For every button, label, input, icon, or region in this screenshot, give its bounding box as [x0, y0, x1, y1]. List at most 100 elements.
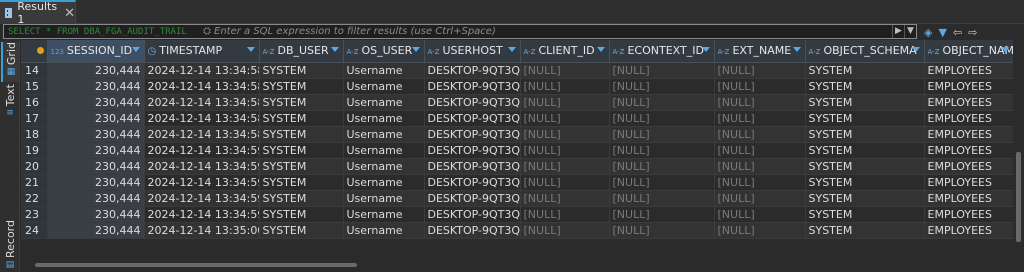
- table-cell-os-user[interactable]: Username: [343, 206, 425, 223]
- sort-filter-icon[interactable]: [131, 47, 140, 52]
- table-cell-object-schema[interactable]: SYSTEM: [805, 222, 925, 239]
- table-cell-timestamp[interactable]: 2024-12-14 13:34:58.000: [144, 110, 260, 127]
- forward-icon[interactable]: ⇨: [968, 26, 977, 39]
- column-header-os-user[interactable]: A-Z OS_USER: [343, 40, 425, 63]
- table-cell-ext-name[interactable]: [NULL]: [714, 174, 806, 191]
- table-row[interactable]: 23230,4442024-12-14 13:34:59.000SYSTEMUs…: [21, 206, 1013, 223]
- table-cell-client-id[interactable]: [NULL]: [520, 110, 610, 127]
- horizontal-scrollbar[interactable]: [21, 258, 1024, 272]
- table-cell-object-name[interactable]: EMPLOYEES: [924, 222, 1013, 239]
- table-cell-object-schema[interactable]: SYSTEM: [805, 158, 925, 175]
- table-cell-client-id[interactable]: [NULL]: [520, 126, 610, 143]
- table-row[interactable]: 18230,4442024-12-14 13:34:58.000SYSTEMUs…: [21, 126, 1013, 143]
- table-cell-os-user[interactable]: Username: [343, 174, 425, 191]
- filter-field[interactable]: SELECT * FROM DBA_FGA_AUDIT_TRAIL ⛭ Ente…: [3, 24, 917, 39]
- table-cell-econtext-id[interactable]: [NULL]: [609, 158, 715, 175]
- table-cell-econtext-id[interactable]: [NULL]: [609, 190, 715, 207]
- sort-filter-icon[interactable]: [911, 47, 920, 52]
- table-cell-userhost[interactable]: DESKTOP-9QT3QLA: [424, 158, 521, 175]
- back-icon[interactable]: ⇦: [953, 26, 962, 39]
- table-cell-userhost[interactable]: DESKTOP-9QT3QLA: [424, 126, 521, 143]
- row-number[interactable]: 21: [21, 174, 48, 191]
- sort-filter-icon[interactable]: [330, 47, 339, 52]
- table-cell-db-user[interactable]: SYSTEM: [259, 62, 344, 79]
- table-cell-econtext-id[interactable]: [NULL]: [609, 174, 715, 191]
- table-cell-timestamp[interactable]: 2024-12-14 13:34:59.000: [144, 142, 260, 159]
- row-number[interactable]: 17: [21, 110, 48, 127]
- column-header-client-id[interactable]: A-Z CLIENT_ID: [520, 40, 610, 63]
- table-cell-ext-name[interactable]: [NULL]: [714, 62, 806, 79]
- table-cell-db-user[interactable]: SYSTEM: [259, 126, 344, 143]
- table-cell-client-id[interactable]: [NULL]: [520, 206, 610, 223]
- table-cell-object-schema[interactable]: SYSTEM: [805, 110, 925, 127]
- column-header-timestamp[interactable]: ◷ TIMESTAMP: [144, 40, 260, 63]
- column-header-db-user[interactable]: A-Z DB_USER: [259, 40, 344, 63]
- table-cell-db-user[interactable]: SYSTEM: [259, 222, 344, 239]
- table-cell-client-id[interactable]: [NULL]: [520, 78, 610, 95]
- table-cell-econtext-id[interactable]: [NULL]: [609, 62, 715, 79]
- table-cell-timestamp[interactable]: 2024-12-14 13:34:59.000: [144, 190, 260, 207]
- column-header-econtext-id[interactable]: A-Z ECONTEXT_ID: [609, 40, 715, 63]
- table-cell-client-id[interactable]: [NULL]: [520, 62, 610, 79]
- table-cell-econtext-id[interactable]: [NULL]: [609, 206, 715, 223]
- table-cell-session-id[interactable]: 230,444: [47, 222, 145, 239]
- table-cell-client-id[interactable]: [NULL]: [520, 158, 610, 175]
- table-cell-timestamp[interactable]: 2024-12-14 13:34:59.000: [144, 158, 260, 175]
- table-cell-session-id[interactable]: 230,444: [47, 158, 145, 175]
- sort-filter-icon[interactable]: [792, 47, 801, 52]
- table-cell-userhost[interactable]: DESKTOP-9QT3QLA: [424, 142, 521, 159]
- table-cell-db-user[interactable]: SYSTEM: [259, 158, 344, 175]
- funnel-icon[interactable]: ▼: [938, 26, 946, 39]
- table-row[interactable]: 24230,4442024-12-14 13:35:00.000SYSTEMUs…: [21, 222, 1013, 239]
- table-row[interactable]: 20230,4442024-12-14 13:34:59.000SYSTEMUs…: [21, 158, 1013, 175]
- table-cell-os-user[interactable]: Username: [343, 62, 425, 79]
- table-cell-timestamp[interactable]: 2024-12-14 13:35:00.000: [144, 222, 260, 239]
- row-number[interactable]: 24: [21, 222, 48, 239]
- sort-filter-icon[interactable]: [701, 47, 710, 52]
- table-cell-session-id[interactable]: 230,444: [47, 142, 145, 159]
- table-cell-object-schema[interactable]: SYSTEM: [805, 94, 925, 111]
- table-cell-client-id[interactable]: [NULL]: [520, 142, 610, 159]
- table-cell-object-name[interactable]: EMPLOYEES: [924, 190, 1013, 207]
- table-cell-session-id[interactable]: 230,444: [47, 206, 145, 223]
- table-cell-session-id[interactable]: 230,444: [47, 110, 145, 127]
- table-cell-object-schema[interactable]: SYSTEM: [805, 62, 925, 79]
- table-cell-object-name[interactable]: EMPLOYEES: [924, 142, 1013, 159]
- table-cell-os-user[interactable]: Username: [343, 142, 425, 159]
- row-number[interactable]: 15: [21, 78, 48, 95]
- table-cell-timestamp[interactable]: 2024-12-14 13:34:58.000: [144, 94, 260, 111]
- table-cell-object-name[interactable]: EMPLOYEES: [924, 158, 1013, 175]
- tab-text[interactable]: Text ≡: [1, 84, 19, 126]
- table-cell-session-id[interactable]: 230,444: [47, 174, 145, 191]
- row-number[interactable]: 14: [21, 62, 48, 79]
- close-icon[interactable]: ✕: [64, 6, 75, 21]
- table-cell-client-id[interactable]: [NULL]: [520, 222, 610, 239]
- table-cell-object-schema[interactable]: SYSTEM: [805, 78, 925, 95]
- table-row[interactable]: 22230,4442024-12-14 13:34:59.000SYSTEMUs…: [21, 190, 1013, 207]
- vertical-scroll-thumb[interactable]: [1016, 152, 1021, 242]
- filter-history-button[interactable]: ▼: [904, 25, 916, 38]
- table-cell-session-id[interactable]: 230,444: [47, 62, 145, 79]
- row-number[interactable]: 19: [21, 142, 48, 159]
- sort-filter-icon[interactable]: [411, 47, 420, 52]
- table-cell-userhost[interactable]: DESKTOP-9QT3QLA: [424, 62, 521, 79]
- table-cell-session-id[interactable]: 230,444: [47, 78, 145, 95]
- table-cell-db-user[interactable]: SYSTEM: [259, 110, 344, 127]
- table-row[interactable]: 21230,4442024-12-14 13:34:59.000SYSTEMUs…: [21, 174, 1013, 191]
- column-header-userhost[interactable]: A-Z USERHOST: [424, 40, 521, 63]
- table-cell-db-user[interactable]: SYSTEM: [259, 174, 344, 191]
- table-cell-object-schema[interactable]: SYSTEM: [805, 142, 925, 159]
- filter-input[interactable]: Enter a SQL expression to filter results…: [214, 26, 892, 37]
- table-cell-econtext-id[interactable]: [NULL]: [609, 78, 715, 95]
- column-header-ext-name[interactable]: A-Z EXT_NAME: [714, 40, 806, 63]
- table-cell-object-name[interactable]: EMPLOYEES: [924, 126, 1013, 143]
- table-cell-object-name[interactable]: EMPLOYEES: [924, 62, 1013, 79]
- table-cell-userhost[interactable]: DESKTOP-9QT3QLA: [424, 190, 521, 207]
- table-cell-db-user[interactable]: SYSTEM: [259, 94, 344, 111]
- horizontal-scroll-thumb[interactable]: [35, 263, 357, 267]
- table-cell-ext-name[interactable]: [NULL]: [714, 222, 806, 239]
- table-cell-econtext-id[interactable]: [NULL]: [609, 126, 715, 143]
- table-cell-db-user[interactable]: SYSTEM: [259, 206, 344, 223]
- row-number[interactable]: 16: [21, 94, 48, 111]
- row-number[interactable]: 20: [21, 158, 48, 175]
